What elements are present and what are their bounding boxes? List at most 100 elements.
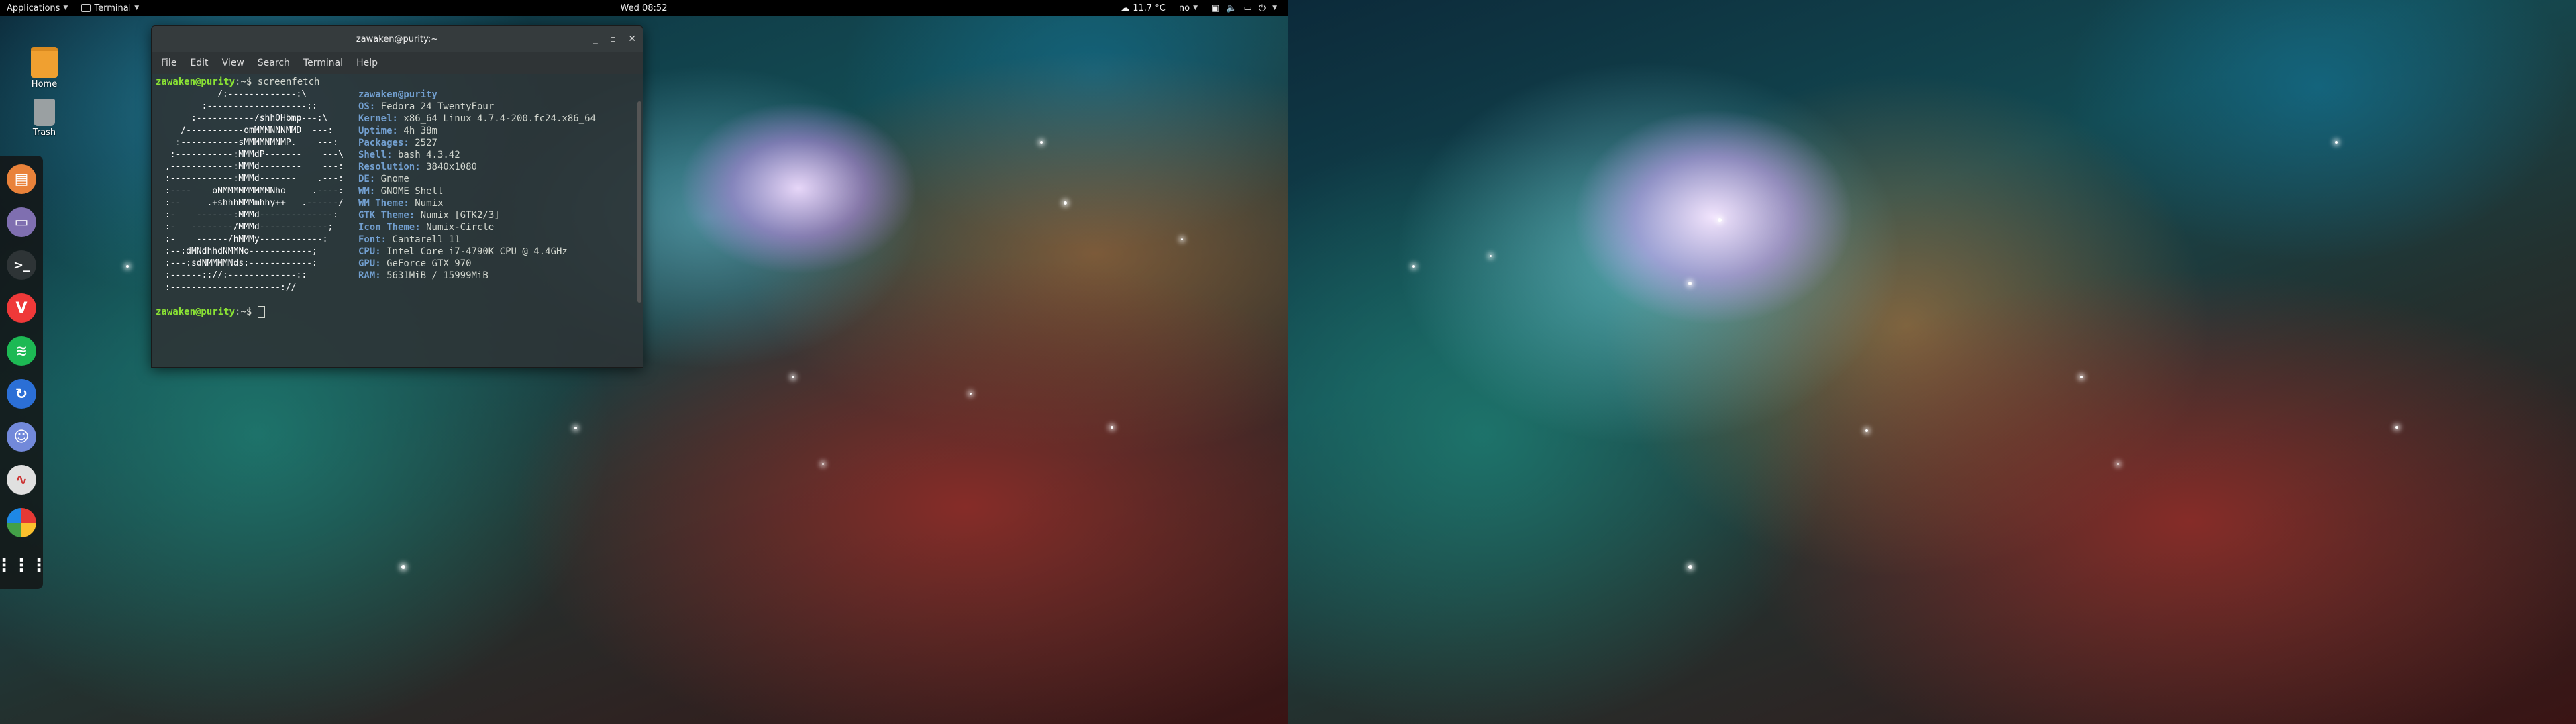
minimize-icon[interactable]: _ — [593, 34, 598, 44]
trash-icon — [34, 99, 55, 126]
dock-app-system-monitor[interactable]: ∿ — [4, 460, 39, 499]
menu-terminal[interactable]: Terminal — [298, 55, 348, 71]
terminal-menubar: File Edit View Search Terminal Help — [152, 52, 643, 74]
prompt-suffix: :~$ — [235, 76, 258, 87]
info-row: CPU: Intel Core i7-4790K CPU @ 4.4GHz — [358, 246, 596, 258]
terminal-icon: >_ — [7, 250, 36, 280]
info-value: Gnome — [380, 174, 409, 185]
system-menu[interactable]: ▣ 🔈 ▭ ⏻ ▼ — [1204, 0, 1284, 16]
terminal-small-icon — [81, 4, 91, 12]
menu-search[interactable]: Search — [252, 55, 295, 71]
command-line: zawaken@purity:~$ screenfetch — [156, 76, 639, 88]
applications-label: Applications — [7, 3, 60, 13]
info-value: Cantarell 11 — [392, 234, 460, 245]
info-header: zawaken@purity — [358, 89, 437, 100]
dock-app-photos[interactable] — [4, 503, 39, 542]
desktop-icon-label: Home — [31, 79, 58, 89]
dock-app-sync[interactable]: ↻ — [4, 374, 39, 413]
info-key: Kernel: — [358, 113, 398, 124]
info-row: WM Theme: Numix — [358, 197, 596, 209]
info-value: bash 4.3.42 — [397, 150, 460, 160]
app-menu-terminal[interactable]: Terminal ▼ — [74, 0, 146, 16]
maximize-icon[interactable]: ▫ — [610, 34, 617, 44]
menu-file[interactable]: File — [156, 55, 182, 71]
terminal-output[interactable]: zawaken@purity:~$ screenfetch /:--------… — [152, 74, 643, 366]
desktop-icon-label: Trash — [32, 127, 56, 138]
info-row: RAM: 5631MiB / 15999MiB — [358, 270, 596, 282]
desktop-wallpaper-right — [1288, 0, 2576, 724]
chevron-down-icon: ▼ — [63, 5, 68, 11]
scrollbar[interactable] — [637, 101, 641, 303]
menu-view[interactable]: View — [217, 55, 250, 71]
info-key: Font: — [358, 234, 387, 245]
command-text: screenfetch — [257, 76, 320, 87]
info-value: Fedora 24 TwentyFour — [380, 101, 495, 112]
dock-app-files[interactable]: ▤ — [4, 160, 39, 199]
info-value: 3840x1080 — [426, 162, 477, 172]
keyboard-layout-label: no — [1178, 3, 1190, 13]
close-icon[interactable]: ✕ — [628, 34, 636, 44]
dock-app-vivaldi[interactable]: V — [4, 289, 39, 327]
show-applications-button[interactable]: ⋮⋮⋮ — [0, 546, 48, 585]
system-monitor-icon: ∿ — [7, 465, 36, 495]
keyboard-layout-indicator[interactable]: no ▼ — [1172, 0, 1204, 16]
power-icon: ⏻ — [1258, 3, 1266, 13]
desktop-icon-home[interactable]: Home — [23, 47, 66, 89]
home-folder-icon — [31, 47, 58, 78]
info-key: Resolution: — [358, 162, 421, 172]
volume-icon: 🔈 — [1226, 3, 1237, 13]
info-key: CPU: — [358, 246, 381, 257]
dock-app-document-viewer[interactable]: ▭ — [4, 203, 39, 242]
dash-dock: ▤ ▭ >_ V ≋ ↻ ☺ ∿ ⋮⋮⋮ — [0, 156, 48, 589]
clock[interactable]: Wed 08:52 — [621, 3, 668, 13]
chevron-down-icon: ▼ — [134, 5, 140, 11]
info-key: GPU: — [358, 258, 381, 269]
terminal-titlebar[interactable]: zawaken@purity:~ _ ▫ ✕ — [152, 26, 643, 52]
info-value: Numix [GTK2/3] — [420, 210, 500, 221]
weather-indicator[interactable]: ☁ 11.7 °C — [1114, 0, 1172, 16]
dock-app-discord[interactable]: ☺ — [4, 417, 39, 456]
window-title: zawaken@purity:~ — [356, 34, 439, 44]
info-row: GTK Theme: Numix [GTK2/3] — [358, 209, 596, 221]
info-row: Kernel: x86_64 Linux 4.7.4-200.fc24.x86_… — [358, 113, 596, 125]
dock-app-terminal[interactable]: >_ — [4, 246, 39, 285]
prompt-line: zawaken@purity:~$ — [156, 306, 639, 318]
info-value: Intel Core i7-4790K CPU @ 4.4GHz — [387, 246, 568, 257]
cloud-icon: ☁ — [1121, 3, 1130, 13]
menu-edit[interactable]: Edit — [185, 55, 213, 71]
info-key: Shell: — [358, 150, 393, 160]
info-row: WM: GNOME Shell — [358, 185, 596, 197]
info-key: RAM: — [358, 270, 381, 281]
desktop-icon-trash[interactable]: Trash — [23, 99, 66, 138]
info-value: 5631MiB / 15999MiB — [387, 270, 488, 281]
vivaldi-icon: V — [7, 293, 36, 323]
info-row: Resolution: 3840x1080 — [358, 161, 596, 173]
info-key: OS: — [358, 101, 376, 112]
info-value: GeForce GTX 970 — [387, 258, 472, 269]
dock-app-spotify[interactable]: ≋ — [4, 331, 39, 370]
discord-icon: ☺ — [7, 422, 36, 452]
info-row: Uptime: 4h 38m — [358, 125, 596, 137]
info-row: Shell: bash 4.3.42 — [358, 149, 596, 161]
info-value: GNOME Shell — [380, 186, 444, 197]
document-viewer-icon: ▭ — [7, 207, 36, 237]
info-row: OS: Fedora 24 TwentyFour — [358, 101, 596, 113]
fedora-ascii-logo: /:-------------:\ :-------------------::… — [164, 89, 344, 293]
applications-menu[interactable]: Applications ▼ — [0, 0, 74, 16]
prompt-user: zawaken@purity — [156, 76, 236, 87]
weather-temp: 11.7 °C — [1133, 3, 1166, 13]
text-cursor — [257, 306, 265, 318]
active-app-label: Terminal — [94, 3, 132, 13]
menu-help[interactable]: Help — [351, 55, 383, 71]
info-key: Uptime: — [358, 125, 398, 136]
info-value: Numix-Circle — [426, 222, 495, 233]
info-key: Packages: — [358, 138, 409, 148]
info-row: Icon Theme: Numix-Circle — [358, 221, 596, 234]
terminal-window[interactable]: zawaken@purity:~ _ ▫ ✕ File Edit View Se… — [151, 25, 643, 368]
info-row: Font: Cantarell 11 — [358, 234, 596, 246]
info-key: Icon Theme: — [358, 222, 421, 233]
info-key: GTK Theme: — [358, 210, 415, 221]
info-row: GPU: GeForce GTX 970 — [358, 258, 596, 270]
info-row: DE: Gnome — [358, 173, 596, 185]
info-key: WM Theme: — [358, 198, 409, 209]
